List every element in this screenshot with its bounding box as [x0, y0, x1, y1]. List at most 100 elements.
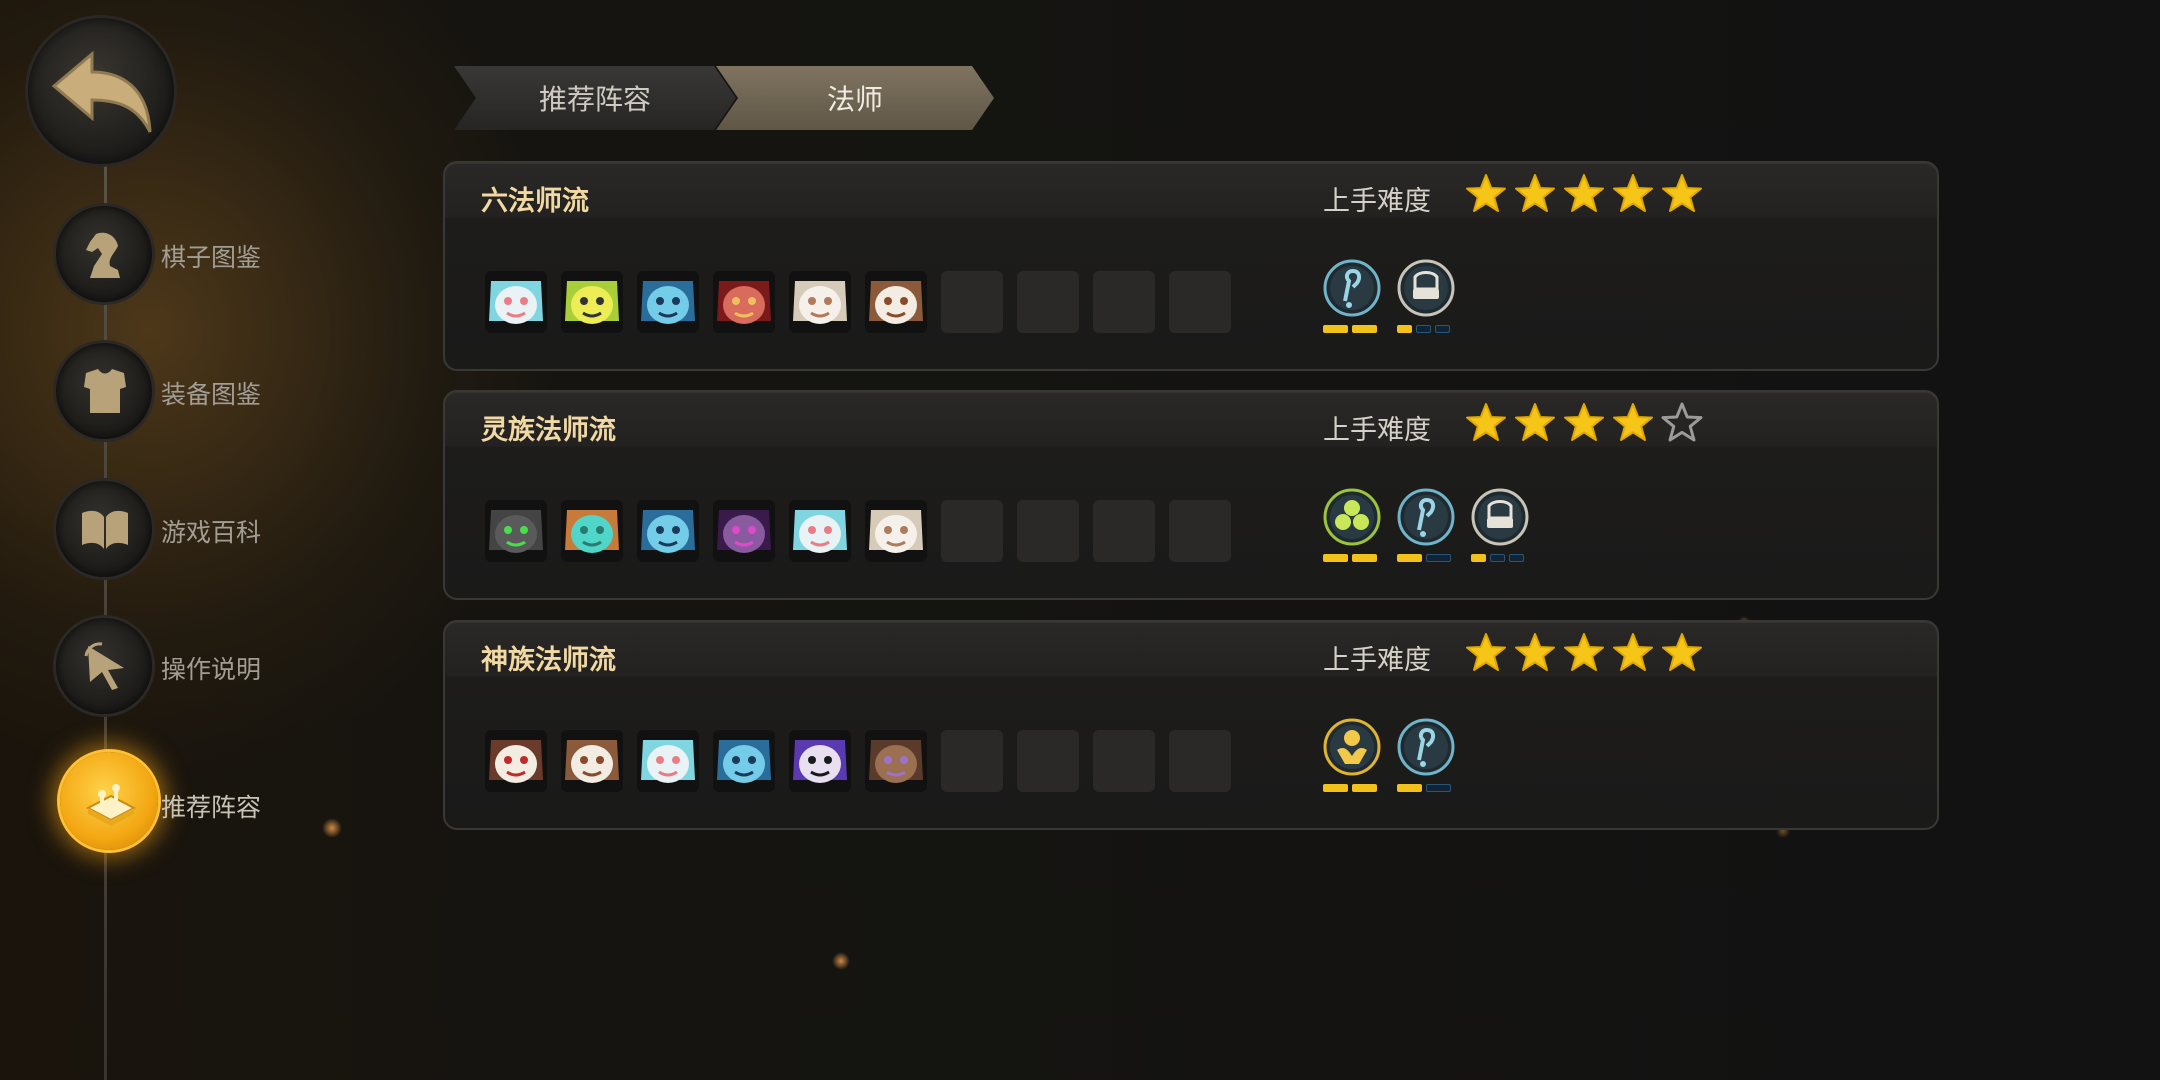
star-filled-icon	[1515, 633, 1555, 671]
lineup-title: 神族法师流	[481, 645, 616, 676]
synergy-progress	[1323, 325, 1383, 333]
synergy-badge	[1323, 718, 1381, 776]
synergy-progress	[1397, 554, 1457, 562]
star-filled-icon	[1564, 403, 1604, 441]
brown-elder-piece[interactable]	[865, 271, 927, 333]
empty-piece-slot	[941, 730, 1003, 792]
purple-demon-piece[interactable]	[713, 500, 775, 562]
empty-piece-slot	[1017, 500, 1079, 562]
synergy-progress	[1397, 784, 1457, 792]
synergy-badge	[1397, 488, 1455, 546]
green-orb-golem-piece[interactable]	[485, 500, 547, 562]
book-icon	[82, 510, 128, 549]
star-filled-icon	[1466, 403, 1506, 441]
brown-elder-piece[interactable]	[561, 730, 623, 792]
synergy-progress-bar	[1397, 784, 1422, 792]
difficulty-label: 上手难度	[1323, 186, 1431, 217]
white-elder-piece[interactable]	[865, 500, 927, 562]
synergy-progress-bar	[1426, 784, 1451, 792]
empty-piece-slot	[1093, 500, 1155, 562]
lineup-title: 六法师流	[481, 186, 589, 217]
synergy-list	[1323, 488, 1531, 562]
teal-robot-piece[interactable]	[561, 500, 623, 562]
empty-piece-slot	[1093, 271, 1155, 333]
lineup-card[interactable]: 灵族法师流 上手难度	[443, 390, 1939, 600]
crystal-mage-piece[interactable]	[637, 271, 699, 333]
synergy-progress	[1397, 325, 1457, 333]
white-elder-piece[interactable]	[789, 271, 851, 333]
synergy-item[interactable]	[1397, 488, 1457, 562]
synergy-progress-bar	[1397, 554, 1422, 562]
knight-icon	[86, 232, 120, 278]
crystal-mage-piece[interactable]	[637, 500, 699, 562]
difficulty-label: 上手难度	[1323, 645, 1431, 676]
red-elder-piece[interactable]	[485, 730, 547, 792]
synergy-badge	[1397, 259, 1455, 317]
green-bird-piece[interactable]	[561, 271, 623, 333]
hooded-monk-piece[interactable]	[865, 730, 927, 792]
synergy-progress-bar	[1426, 554, 1451, 562]
synergy-progress-bar	[1435, 325, 1450, 333]
breadcrumb-mage[interactable]: 法师	[716, 66, 994, 130]
synergy-badge	[1397, 718, 1455, 776]
breadcrumb-label: 法师	[826, 83, 883, 116]
polar-bear-piece[interactable]	[485, 271, 547, 333]
lineup-title: 灵族法师流	[481, 415, 616, 446]
synergy-item[interactable]	[1323, 718, 1383, 792]
difficulty-stars	[1465, 632, 1703, 674]
lineup-card[interactable]: 六法师流 上手难度	[443, 161, 1939, 371]
star-filled-icon	[1662, 633, 1702, 671]
empty-piece-slot	[1093, 730, 1155, 792]
back-button[interactable]	[28, 18, 174, 164]
god-icon	[1323, 718, 1381, 776]
sidebar-item-instructions[interactable]: 操作说明	[56, 618, 316, 718]
empty-piece-slot	[941, 271, 1003, 333]
sidebar-item-label: 棋子图鉴	[161, 243, 262, 272]
empty-piece-slot	[1169, 730, 1231, 792]
sidebar-item-label: 操作说明	[161, 655, 262, 684]
mage-icon	[1397, 488, 1455, 546]
synergy-progress-bar	[1397, 325, 1412, 333]
sidebar-item-equipment[interactable]: 装备图鉴	[56, 343, 316, 443]
polar-bear-piece[interactable]	[789, 500, 851, 562]
synergy-progress-bar	[1323, 554, 1348, 562]
synergy-item[interactable]	[1323, 488, 1383, 562]
synergy-progress-bar	[1471, 554, 1486, 562]
back-arrow-icon	[51, 50, 152, 133]
synergy-item[interactable]	[1471, 488, 1531, 562]
synergy-progress-bar	[1323, 325, 1348, 333]
throne-icon	[1397, 259, 1455, 317]
crystal-mage-piece[interactable]	[713, 730, 775, 792]
synergy-item[interactable]	[1397, 259, 1457, 333]
empty-piece-slot	[941, 500, 1003, 562]
star-filled-icon	[1613, 174, 1653, 212]
sparkle	[832, 952, 850, 970]
difficulty-stars	[1465, 402, 1703, 444]
sidebar-item-label: 游戏百科	[161, 518, 262, 547]
sidebar-item-wiki[interactable]: 游戏百科	[56, 481, 316, 581]
piece-list	[485, 271, 1231, 333]
synergy-progress-bar	[1416, 325, 1431, 333]
lineup-card[interactable]: 神族法师流 上手难度	[443, 620, 1939, 830]
breadcrumb-lineups[interactable]: 推荐阵容	[454, 66, 736, 130]
purple-wizard-piece[interactable]	[789, 730, 851, 792]
sparkle	[322, 818, 342, 838]
nav-icon-circle	[56, 343, 152, 439]
synergy-item[interactable]	[1323, 259, 1383, 333]
sidebar-item-chess-pieces[interactable]: 棋子图鉴	[56, 206, 316, 306]
synergy-progress-bar	[1352, 784, 1377, 792]
sidebar-item-lineups[interactable]: 推荐阵容	[56, 752, 316, 856]
piece-list	[485, 500, 1231, 562]
chessboard-icon	[85, 784, 137, 826]
synergy-progress	[1323, 784, 1383, 792]
polar-bear-piece[interactable]	[637, 730, 699, 792]
empty-piece-slot	[1169, 500, 1231, 562]
star-filled-icon	[1515, 403, 1555, 441]
synergy-item[interactable]	[1397, 718, 1457, 792]
spirit-icon	[1323, 488, 1381, 546]
empty-piece-slot	[1017, 271, 1079, 333]
red-ninja-piece[interactable]	[713, 271, 775, 333]
synergy-progress-bar	[1490, 554, 1505, 562]
star-filled-icon	[1515, 174, 1555, 212]
star-filled-icon	[1662, 174, 1702, 212]
